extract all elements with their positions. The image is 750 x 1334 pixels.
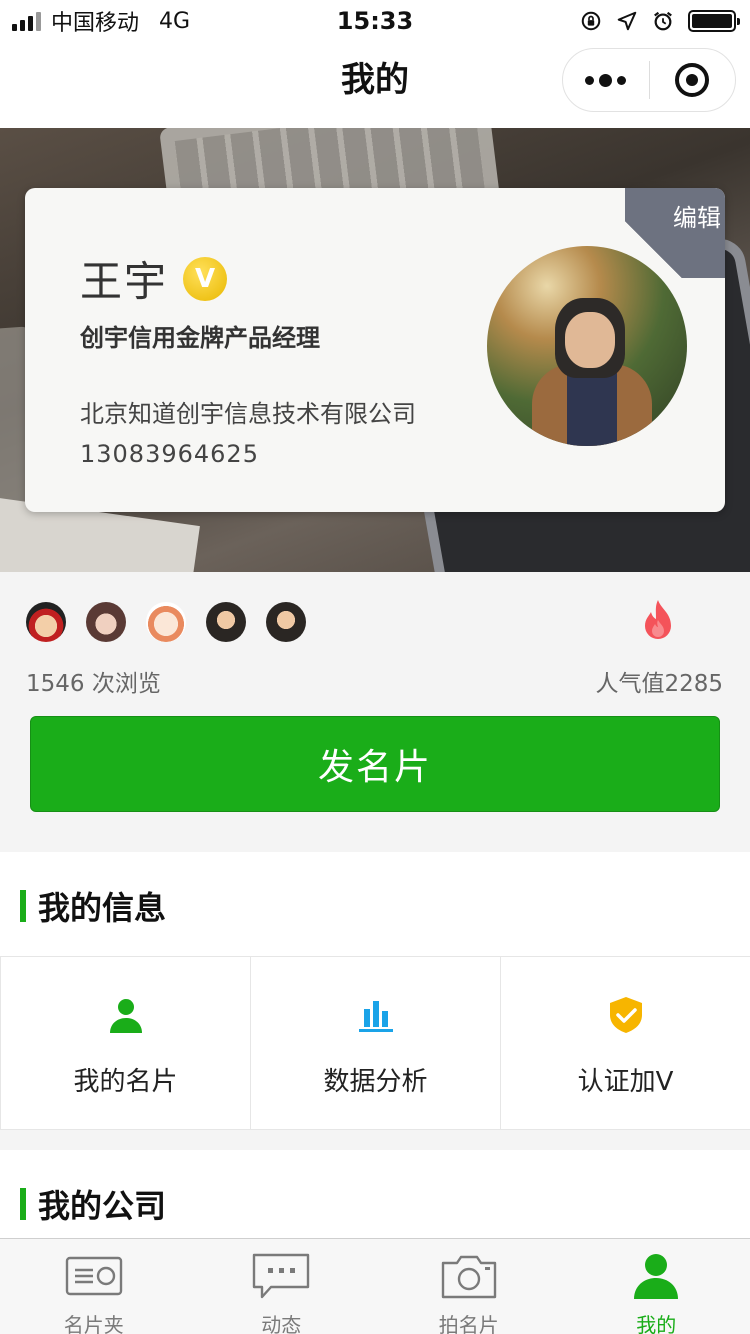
section-title: 我的公司	[38, 1187, 167, 1225]
data-analysis-entry[interactable]: 数据分析	[251, 957, 501, 1129]
recent-viewers[interactable]	[26, 602, 306, 642]
view-count: 1546 次浏览	[26, 671, 161, 697]
status-bar: 中国移动 4G 15:33	[0, 0, 750, 40]
viewer-avatar	[266, 602, 306, 642]
navigation-bar: 我的	[0, 40, 750, 128]
card-name: 王宇	[80, 257, 169, 306]
section-title: 我的信息	[38, 889, 167, 927]
card-holder-icon	[65, 1256, 122, 1296]
tab-label: 名片夹	[63, 1313, 124, 1334]
profile-banner: 编辑 王宇 V 创宇信用金牌产品经理 北京知道创宇信息技术有限公司 130839…	[0, 128, 750, 572]
viewer-avatar	[86, 602, 126, 642]
miniprogram-close-icon[interactable]	[650, 49, 736, 111]
tab-label: 我的	[636, 1313, 677, 1334]
person-icon	[109, 999, 142, 1033]
grid-label: 数据分析	[323, 1067, 428, 1097]
verify-v-entry[interactable]: 认证加V	[501, 957, 750, 1129]
card-job-title: 创宇信用金牌产品经理	[80, 324, 320, 352]
grid-label: 我的名片	[73, 1067, 178, 1097]
viewer-avatar	[26, 602, 66, 642]
stats-area: 1546 次浏览 人气值2285 发名片	[0, 572, 750, 852]
miniprogram-capsule	[562, 48, 736, 112]
tab-moments[interactable]: 动态	[188, 1239, 376, 1334]
more-dots-icon[interactable]	[563, 49, 649, 111]
orientation-lock-icon	[581, 11, 601, 31]
bar-chart-icon	[358, 1001, 393, 1032]
location-icon	[617, 11, 637, 31]
popularity-value: 人气值2285	[595, 671, 723, 697]
grid-label: 认证加V	[577, 1067, 674, 1097]
section-header: 我的信息	[20, 886, 167, 927]
tab-card-holder[interactable]: 名片夹	[0, 1239, 188, 1334]
person-icon	[634, 1254, 679, 1299]
alarm-icon	[654, 11, 672, 31]
verified-v-icon: V	[183, 257, 227, 301]
camera-icon	[441, 1255, 496, 1299]
section-accent-bar	[20, 890, 26, 922]
chat-bubble-icon	[253, 1253, 310, 1299]
viewer-avatar	[146, 602, 186, 642]
business-card[interactable]: 编辑 王宇 V 创宇信用金牌产品经理 北京知道创宇信息技术有限公司 130839…	[25, 188, 725, 512]
flame-icon	[645, 600, 671, 639]
section-header: 我的公司	[20, 1184, 167, 1225]
tab-scan-card[interactable]: 拍名片	[375, 1239, 563, 1334]
viewer-avatar	[206, 602, 246, 642]
card-phone: 13083964625	[80, 440, 259, 468]
tab-label: 拍名片	[438, 1313, 499, 1334]
tab-bar: 名片夹 动态 拍名片 我的	[0, 1238, 750, 1334]
edit-button[interactable]: 编辑	[673, 198, 721, 233]
send-card-button[interactable]: 发名片	[30, 716, 720, 812]
tab-me[interactable]: 我的	[563, 1239, 750, 1334]
battery-icon	[688, 10, 740, 32]
status-right	[580, 6, 740, 36]
avatar	[487, 246, 687, 446]
my-info-grid: 我的名片 数据分析 认证加V	[0, 956, 750, 1130]
shield-check-icon	[609, 997, 642, 1033]
my-card-entry[interactable]: 我的名片	[0, 957, 251, 1129]
my-company-section: 我的公司	[0, 1150, 750, 1240]
my-info-section: 我的信息 我的名片 数据分析 认证加V	[0, 852, 750, 1130]
card-company: 北京知道创宇信息技术有限公司	[80, 400, 416, 428]
section-accent-bar	[20, 1188, 26, 1220]
tab-label: 动态	[261, 1313, 302, 1334]
